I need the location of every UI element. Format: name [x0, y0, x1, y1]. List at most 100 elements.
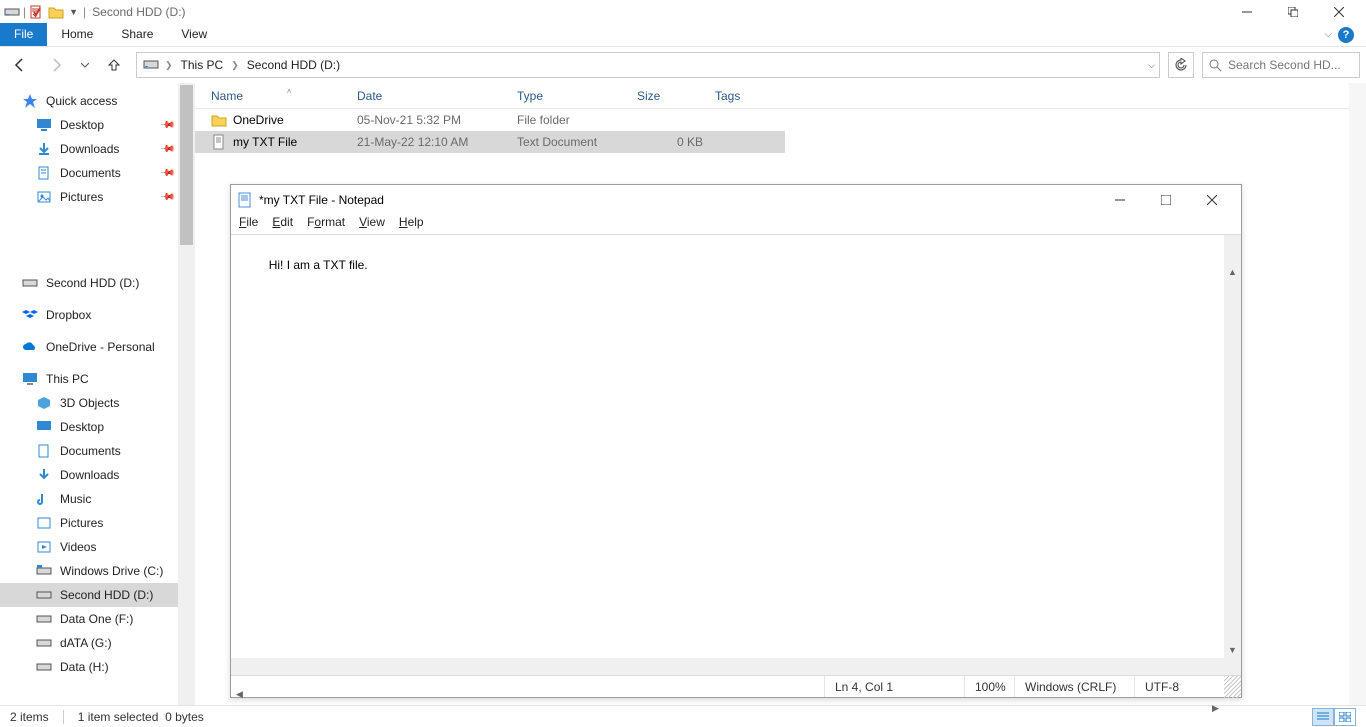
nav-scrollbar[interactable]: [178, 83, 195, 705]
notepad-close-button[interactable]: [1189, 185, 1235, 215]
drive-icon: [36, 563, 52, 579]
nav-pictures[interactable]: Pictures📌: [0, 185, 195, 209]
qat-properties-icon[interactable]: [29, 4, 45, 20]
nav-desktop[interactable]: Desktop 📌: [0, 113, 195, 137]
search-box[interactable]: Search Second HD...: [1202, 52, 1360, 78]
notepad-minimize-button[interactable]: [1097, 185, 1143, 215]
nav-pc-music[interactable]: Music: [0, 487, 195, 511]
nav-data-g[interactable]: dATA (G:): [0, 631, 195, 655]
ribbon-tab-share[interactable]: Share: [107, 23, 167, 46]
notepad-status-zoom: 100%: [964, 676, 1014, 697]
notepad-menu-file[interactable]: File: [239, 215, 258, 234]
nav-label: Downloads: [60, 142, 119, 156]
column-date[interactable]: Date: [351, 89, 511, 103]
column-tags[interactable]: Tags: [709, 89, 789, 103]
nav-data-h[interactable]: Data (H:): [0, 655, 195, 679]
desktop-icon: [36, 419, 52, 435]
breadcrumb-this-pc[interactable]: This PC: [177, 56, 228, 74]
maximize-button[interactable]: [1270, 0, 1316, 23]
nav-3d-objects[interactable]: 3D Objects: [0, 391, 195, 415]
nav-pc-pictures[interactable]: Pictures: [0, 511, 195, 535]
help-icon[interactable]: ?: [1338, 27, 1354, 43]
documents-icon: [36, 165, 52, 181]
ribbon-collapse-icon[interactable]: ⌵: [1324, 29, 1332, 40]
file-name: my TXT File: [233, 135, 297, 149]
desktop-icon: [36, 117, 52, 133]
notepad-icon: [237, 192, 253, 208]
nav-second-hdd[interactable]: Second HDD (D:): [0, 583, 195, 607]
ribbon-tab-home[interactable]: Home: [47, 23, 107, 46]
nav-label: Windows Drive (C:): [60, 564, 163, 578]
notepad-scrollbar-vertical[interactable]: ▲ ▼: [1224, 235, 1241, 658]
nav-second-hdd-top[interactable]: Second HDD (D:): [0, 271, 195, 295]
notepad-status-pos: Ln 4, Col 1: [824, 676, 964, 697]
nav-this-pc[interactable]: This PC: [0, 367, 195, 391]
details-view-button[interactable]: [1312, 708, 1334, 726]
recent-locations-button[interactable]: [78, 51, 92, 79]
notepad-menu-help[interactable]: Help: [399, 215, 424, 234]
column-size[interactable]: Size: [631, 89, 709, 103]
breadcrumb-current[interactable]: Second HDD (D:): [243, 56, 344, 74]
scroll-down-icon[interactable]: ▼: [1224, 641, 1241, 658]
scroll-up-icon[interactable]: ▲: [1224, 263, 1241, 280]
notepad-titlebar[interactable]: *my TXT File - Notepad: [231, 185, 1241, 215]
nav-pc-downloads[interactable]: Downloads: [0, 463, 195, 487]
scroll-right-icon[interactable]: ▶: [1207, 700, 1224, 717]
ribbon-tab-view[interactable]: View: [167, 23, 221, 46]
notepad-maximize-button[interactable]: [1143, 185, 1189, 215]
notepad-menu-view[interactable]: View: [359, 215, 385, 234]
notepad-menu-edit[interactable]: Edit: [272, 215, 293, 234]
address-bar[interactable]: ❯ This PC ❯ Second HDD (D:) ⌵: [136, 52, 1160, 78]
back-button[interactable]: [6, 51, 34, 79]
drive-icon: [141, 59, 161, 71]
column-name[interactable]: Name˄: [205, 89, 351, 103]
close-button[interactable]: [1316, 0, 1362, 23]
star-icon: [22, 93, 38, 109]
qat-dropdown-icon[interactable]: ▼: [67, 7, 80, 17]
file-row-onedrive[interactable]: OneDrive 05-Nov-21 5:32 PM File folder: [195, 109, 785, 131]
up-button[interactable]: [100, 51, 128, 79]
thumbnails-view-button[interactable]: [1334, 708, 1356, 726]
minimize-button[interactable]: [1224, 0, 1270, 23]
notepad-menu-format[interactable]: Format: [307, 215, 345, 234]
file-name: OneDrive: [233, 113, 284, 127]
nav-label: OneDrive - Personal: [46, 340, 155, 354]
list-scrollbar[interactable]: [1349, 83, 1366, 705]
nav-dropbox[interactable]: Dropbox: [0, 303, 195, 327]
scroll-left-icon[interactable]: ◀: [231, 686, 248, 703]
column-type[interactable]: Type: [511, 89, 631, 103]
notepad-resize-grip[interactable]: [1224, 658, 1241, 675]
file-row-mytxt[interactable]: my TXT File 21-May-22 12:10 AM Text Docu…: [195, 131, 785, 153]
notepad-text-area[interactable]: Hi! I am a TXT file. ▲ ▼ ◀ ▶: [231, 235, 1241, 675]
this-pc-icon: [22, 371, 38, 387]
refresh-button[interactable]: [1168, 52, 1194, 78]
forward-button[interactable]: [42, 51, 70, 79]
nav-pc-desktop[interactable]: Desktop: [0, 415, 195, 439]
nav-pc-documents[interactable]: Documents: [0, 439, 195, 463]
notepad-statusbar-grip[interactable]: [1224, 676, 1241, 698]
nav-onedrive[interactable]: OneDrive - Personal: [0, 335, 195, 359]
status-divider: [63, 710, 64, 724]
nav-label: Data One (F:): [60, 612, 133, 626]
ribbon-tab-file[interactable]: File: [0, 23, 47, 46]
notepad-content: Hi! I am a TXT file.: [269, 258, 368, 272]
nav-pc-videos[interactable]: Videos: [0, 535, 195, 559]
drive-icon: [36, 659, 52, 675]
qat-folder-icon[interactable]: [48, 4, 64, 20]
nav-documents[interactable]: Documents📌: [0, 161, 195, 185]
nav-label: Documents: [60, 166, 121, 180]
drive-icon: [22, 275, 38, 291]
chevron-right-icon[interactable]: ❯: [165, 60, 173, 71]
nav-downloads[interactable]: Downloads📌: [0, 137, 195, 161]
pin-icon: 📌: [158, 117, 175, 134]
nav-label: Desktop: [60, 118, 104, 132]
nav-data-one[interactable]: Data One (F:): [0, 607, 195, 631]
nav-windows-drive[interactable]: Windows Drive (C:): [0, 559, 195, 583]
nav-label: Data (H:): [60, 660, 109, 674]
nav-label: Downloads: [60, 468, 119, 482]
window-title: Second HDD (D:): [92, 5, 185, 19]
chevron-right-icon[interactable]: ❯: [231, 60, 239, 71]
notepad-scrollbar-horizontal[interactable]: ◀ ▶: [231, 658, 1224, 675]
nav-quick-access[interactable]: Quick access: [0, 89, 195, 113]
address-dropdown-icon[interactable]: ⌵: [1148, 60, 1155, 71]
